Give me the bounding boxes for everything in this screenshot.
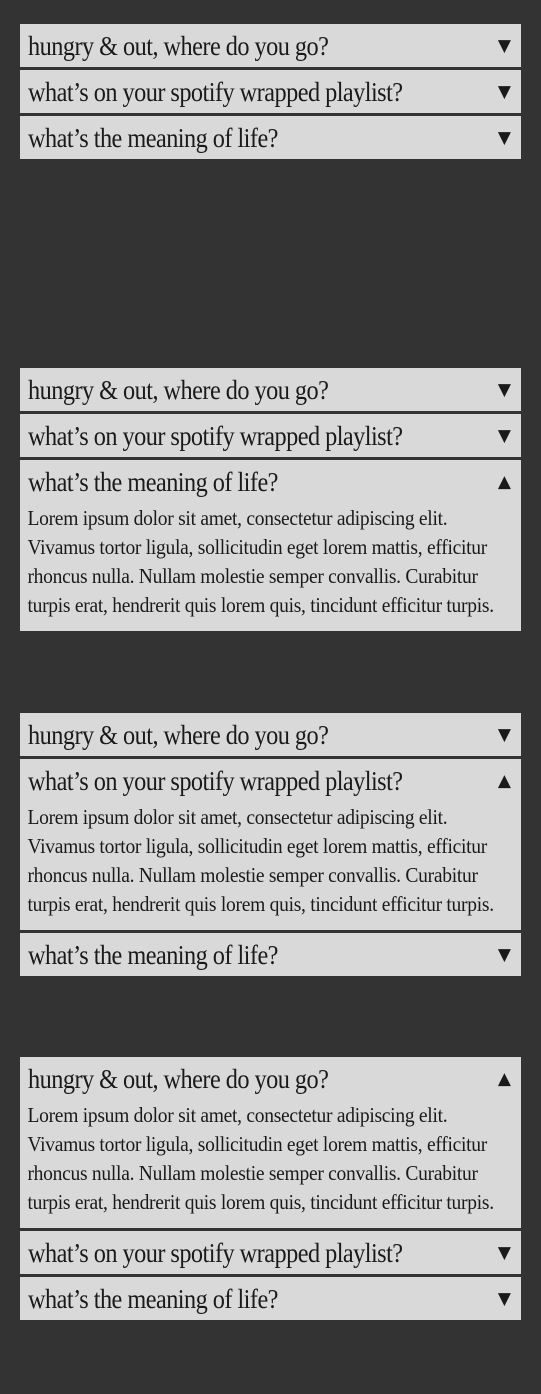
faq-item-spotify: what’s on your spotify wrapped playlist?… — [20, 1231, 521, 1274]
triangle-down-icon: ▼ — [497, 1243, 511, 1263]
faq-question-text: what’s the meaning of life? — [28, 940, 278, 970]
faq-item-meaning: what’s the meaning of life? ▼ — [20, 933, 521, 976]
faq-question-text: hungry & out, where do you go? — [28, 375, 329, 405]
triangle-down-icon: ▼ — [497, 380, 511, 400]
faq-question-toggle[interactable]: what’s on your spotify wrapped playlist?… — [20, 414, 521, 457]
triangle-up-icon: ▲ — [497, 472, 511, 492]
faq-question-toggle[interactable]: hungry & out, where do you go? ▼ — [20, 24, 521, 67]
faq-answer-text: Lorem ipsum dolor sit amet, consectetur … — [27, 805, 494, 916]
faq-question-toggle[interactable]: what’s on your spotify wrapped playlist?… — [20, 1231, 521, 1274]
faq-question-text: hungry & out, where do you go? — [28, 31, 329, 61]
faq-question-text: what’s on your spotify wrapped playlist? — [28, 77, 403, 107]
triangle-up-icon: ▲ — [497, 1069, 511, 1089]
faq-question-toggle[interactable]: what’s the meaning of life? ▼ — [20, 116, 521, 159]
faq-accordion-3: hungry & out, where do you go? ▼ what’s … — [20, 713, 521, 979]
faq-question-toggle[interactable]: what’s on your spotify wrapped playlist?… — [20, 70, 521, 113]
faq-item-hungry: hungry & out, where do you go? ▼ — [20, 368, 521, 411]
faq-question-text: what’s the meaning of life? — [28, 1284, 278, 1314]
faq-accordion-1: hungry & out, where do you go? ▼ what’s … — [20, 24, 521, 162]
faq-question-text: what’s on your spotify wrapped playlist? — [28, 766, 403, 796]
triangle-down-icon: ▼ — [497, 426, 511, 446]
triangle-down-icon: ▼ — [497, 36, 511, 56]
faq-item-hungry: hungry & out, where do you go? ▼ — [20, 713, 521, 756]
faq-question-text: what’s the meaning of life? — [28, 123, 278, 153]
triangle-up-icon: ▲ — [497, 771, 511, 791]
faq-item-meaning: what’s the meaning of life? ▼ — [20, 116, 521, 159]
faq-question-toggle[interactable]: hungry & out, where do you go? ▼ — [20, 713, 521, 756]
faq-question-text: hungry & out, where do you go? — [28, 1064, 329, 1094]
faq-item-spotify: what’s on your spotify wrapped playlist?… — [20, 759, 521, 930]
faq-question-toggle[interactable]: hungry & out, where do you go? ▼ — [20, 368, 521, 411]
faq-question-toggle[interactable]: hungry & out, where do you go? ▲ — [20, 1057, 521, 1100]
faq-item-hungry: hungry & out, where do you go? ▼ — [20, 24, 521, 67]
faq-question-text: what’s the meaning of life? — [28, 467, 278, 497]
triangle-down-icon: ▼ — [497, 1289, 511, 1309]
faq-question-toggle[interactable]: what’s on your spotify wrapped playlist?… — [20, 759, 521, 802]
faq-item-meaning: what’s the meaning of life? ▲ Lorem ipsu… — [20, 460, 521, 631]
faq-question-text: what’s on your spotify wrapped playlist? — [28, 421, 403, 451]
faq-accordion-2: hungry & out, where do you go? ▼ what’s … — [20, 368, 521, 634]
faq-question-toggle[interactable]: what’s the meaning of life? ▼ — [20, 933, 521, 976]
triangle-down-icon: ▼ — [497, 945, 511, 965]
faq-item-hungry: hungry & out, where do you go? ▲ Lorem i… — [20, 1057, 521, 1228]
triangle-down-icon: ▼ — [497, 725, 511, 745]
faq-item-spotify: what’s on your spotify wrapped playlist?… — [20, 70, 521, 113]
faq-question-toggle[interactable]: what’s the meaning of life? ▲ — [20, 460, 521, 503]
faq-answer-text: Lorem ipsum dolor sit amet, consectetur … — [27, 506, 494, 617]
faq-question-text: hungry & out, where do you go? — [28, 720, 329, 750]
faq-item-spotify: what’s on your spotify wrapped playlist?… — [20, 414, 521, 457]
faq-answer-text: Lorem ipsum dolor sit amet, consectetur … — [27, 1103, 494, 1214]
faq-question-toggle[interactable]: what’s the meaning of life? ▼ — [20, 1277, 521, 1320]
faq-question-text: what’s on your spotify wrapped playlist? — [28, 1238, 403, 1268]
faq-item-meaning: what’s the meaning of life? ▼ — [20, 1277, 521, 1320]
triangle-down-icon: ▼ — [497, 82, 511, 102]
triangle-down-icon: ▼ — [497, 128, 511, 148]
faq-accordion-4: hungry & out, where do you go? ▲ Lorem i… — [20, 1057, 521, 1323]
